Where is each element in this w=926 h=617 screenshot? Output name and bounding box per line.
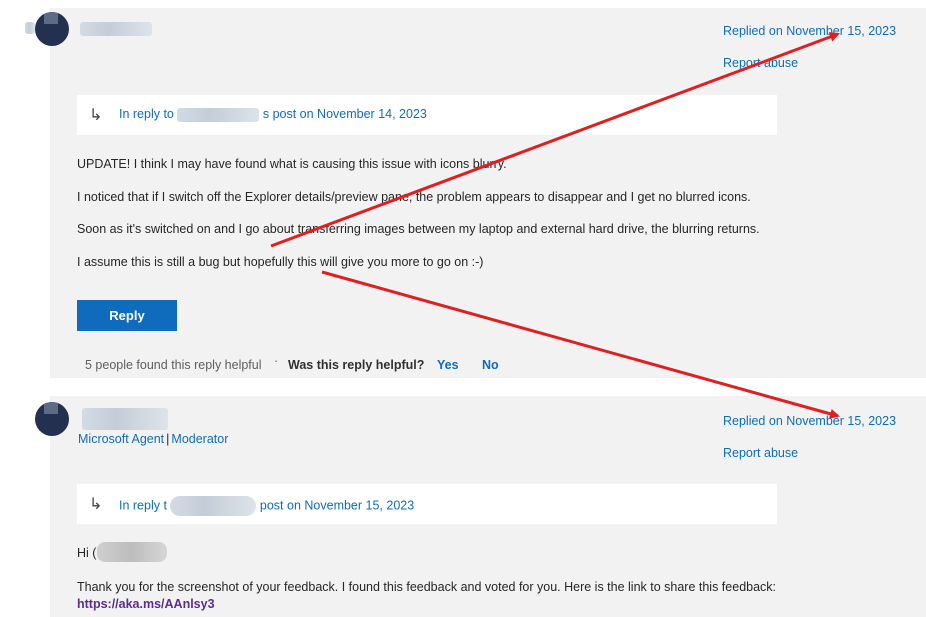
redacted-username bbox=[177, 107, 260, 122]
in-reply-suffix: post on November 15, 2023 bbox=[259, 498, 415, 513]
in-reply-to-link[interactable]: In reply to s post on November 14, 2023 bbox=[119, 107, 427, 122]
report-abuse-link[interactable]: Report abuse bbox=[723, 56, 798, 70]
helpful-count: 5 people found this reply helpful bbox=[85, 358, 262, 372]
reply-arrow-icon: ↳ bbox=[89, 107, 103, 124]
post-paragraph: Soon as it's switched on and I go about … bbox=[77, 222, 760, 236]
helpful-no-button[interactable]: No bbox=[482, 358, 499, 372]
in-reply-suffix: s post on November 14, 2023 bbox=[262, 107, 427, 121]
feedback-link[interactable]: https://aka.ms/AAnlsy3 bbox=[77, 597, 215, 611]
in-reply-to-link[interactable]: In reply t post on November 15, 2023 bbox=[119, 496, 414, 516]
redacted-username bbox=[97, 542, 167, 562]
post-paragraph: I assume this is still a bug but hopeful… bbox=[77, 255, 484, 269]
role-moderator[interactable]: Moderator bbox=[171, 432, 228, 446]
in-reply-to-box: ↳ In reply t post on November 15, 2023 bbox=[77, 484, 777, 524]
helpful-question: Was this reply helpful? bbox=[288, 358, 425, 372]
greeting-text: Hi ( bbox=[77, 546, 96, 560]
reply-button[interactable]: Reply bbox=[77, 300, 177, 331]
reply-arrow-icon: ↳ bbox=[89, 496, 103, 513]
redacted-username bbox=[82, 408, 168, 430]
avatar[interactable] bbox=[35, 12, 69, 46]
post-paragraph: I noticed that if I switch off the Explo… bbox=[77, 190, 751, 204]
replied-date-link[interactable]: Replied on November 15, 2023 bbox=[723, 414, 896, 428]
avatar[interactable] bbox=[35, 402, 69, 436]
helpful-yes-button[interactable]: Yes bbox=[437, 358, 459, 372]
replied-date-link[interactable]: Replied on November 15, 2023 bbox=[723, 24, 896, 38]
post-paragraph: UPDATE! I think I may have found what is… bbox=[77, 157, 507, 171]
role-microsoft-agent[interactable]: Microsoft Agent bbox=[78, 432, 164, 446]
in-reply-to-box: ↳ In reply to s post on November 14, 202… bbox=[77, 95, 777, 135]
reply-card-1: Replied on November 15, 2023 Report abus… bbox=[50, 8, 926, 378]
author-roles: Microsoft Agent | Moderator bbox=[78, 432, 228, 446]
report-abuse-link[interactable]: Report abuse bbox=[723, 446, 798, 460]
reply-card-2: Replied on November 15, 2023 Report abus… bbox=[50, 396, 926, 617]
helpful-separator: · bbox=[274, 354, 279, 368]
redacted-username bbox=[80, 22, 152, 36]
in-reply-prefix: In reply to bbox=[119, 107, 174, 121]
redacted-avatar-edge bbox=[25, 22, 35, 34]
greeting-prefix: Hi ( bbox=[77, 546, 97, 560]
in-reply-prefix: In reply t bbox=[119, 498, 167, 513]
role-separator: | bbox=[166, 432, 170, 446]
post-paragraph: Thank you for the screenshot of your fee… bbox=[77, 580, 777, 594]
redacted-username bbox=[170, 496, 257, 516]
